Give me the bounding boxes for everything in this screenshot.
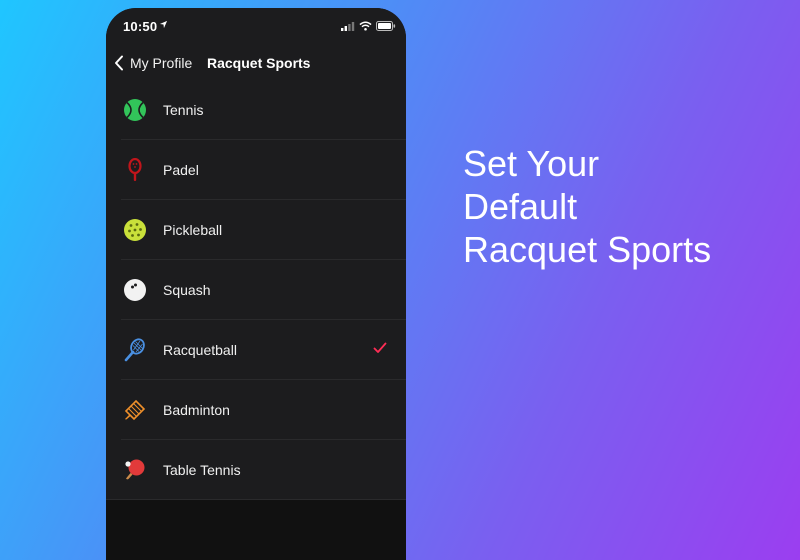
navigation-bar: My Profile Racquet Sports xyxy=(106,46,406,80)
phone-frame: 10:50 My Profile Racquet Sports Tennis P… xyxy=(106,8,406,560)
headline-line: Default xyxy=(463,186,578,227)
wifi-icon xyxy=(359,21,372,31)
promo-headline: Set Your Default Racquet Sports xyxy=(463,142,711,271)
shuttlecock-icon xyxy=(124,399,146,421)
list-item-label: Padel xyxy=(163,162,199,178)
list-item-squash[interactable]: Squash xyxy=(106,260,406,320)
padel-racket-icon xyxy=(128,158,142,181)
squash-ball-icon xyxy=(124,279,146,301)
status-time: 10:50 xyxy=(123,19,158,34)
list-item-label: Racquetball xyxy=(163,342,237,358)
list-item-label: Pickleball xyxy=(163,222,223,238)
battery-icon xyxy=(376,21,396,31)
list-item-racquetball[interactable]: Racquetball xyxy=(106,320,406,380)
chevron-left-icon xyxy=(115,55,123,71)
list-item-pickleball[interactable]: Pickleball xyxy=(106,200,406,260)
signal-icon xyxy=(341,22,355,31)
back-button[interactable]: My Profile xyxy=(114,52,192,74)
back-button-label: My Profile xyxy=(130,55,193,71)
headline-line: Set Your xyxy=(463,143,600,184)
headline-line: Racquet Sports xyxy=(463,229,712,270)
sports-list: Tennis Padel Pickleball Squash Racquetba… xyxy=(106,80,406,500)
table-tennis-paddle-icon xyxy=(125,459,145,480)
list-item-label: Squash xyxy=(163,282,211,298)
list-item-padel[interactable]: Padel xyxy=(106,140,406,200)
page-title: Racquet Sports xyxy=(207,55,311,71)
tennis-ball-icon xyxy=(124,99,146,121)
status-bar: 10:50 xyxy=(106,8,406,46)
list-item-label: Table Tennis xyxy=(163,462,241,478)
checkmark-icon xyxy=(373,342,387,353)
list-item-badminton[interactable]: Badminton xyxy=(106,380,406,440)
racquetball-racket-icon xyxy=(124,338,145,362)
pickleball-icon xyxy=(124,219,146,241)
list-item-label: Tennis xyxy=(163,102,204,118)
list-item-label: Badminton xyxy=(163,402,230,418)
list-item-table-tennis[interactable]: Table Tennis xyxy=(106,440,406,500)
location-arrow-icon xyxy=(159,20,168,29)
list-item-tennis[interactable]: Tennis xyxy=(106,80,406,140)
divider xyxy=(106,499,406,500)
